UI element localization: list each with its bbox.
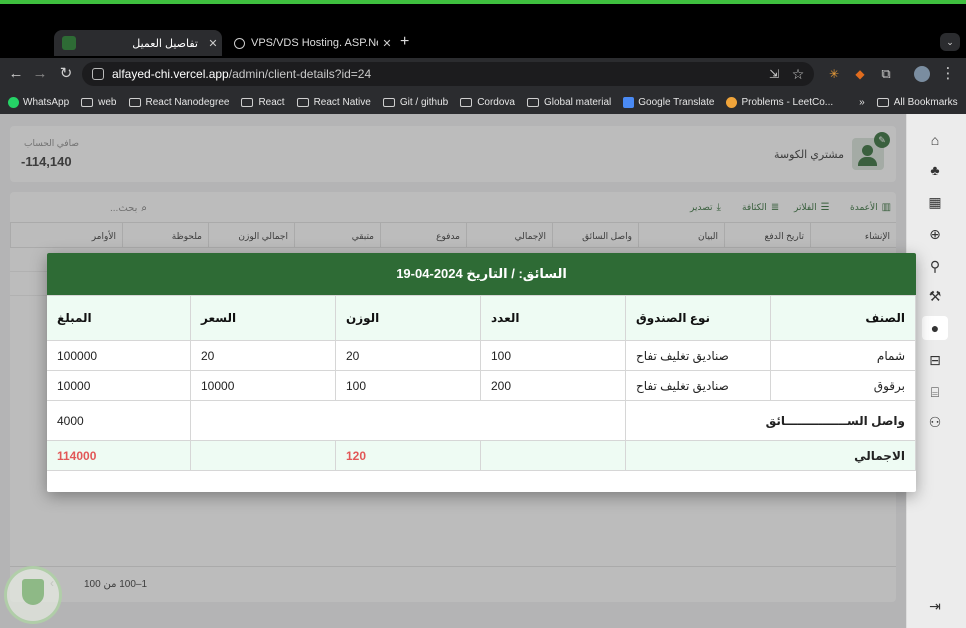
invoice-row: شمام صناديق تغليف تفاح 100 20 20 100000 (47, 340, 916, 371)
invoice-table: الصنف نوع الصندوق العدد الوزن السعر المب… (47, 295, 916, 471)
tab-search-button[interactable]: ⌄ (940, 33, 960, 51)
bookmark-google-translate[interactable]: Google Translate (623, 96, 714, 108)
all-bookmarks[interactable]: All Bookmarks (876, 97, 958, 108)
menu-icon[interactable]: ⋮ (936, 62, 960, 86)
bookmark-folder[interactable]: React Native (296, 97, 371, 108)
driver-label: واصل الســـــــــــــــائق (625, 400, 916, 441)
bookmarks-bar: WhatsApp web React Nanodegree React Reac… (0, 90, 966, 114)
bookmark-folder[interactable]: React Nanodegree (128, 97, 229, 108)
folder-icon (382, 97, 395, 107)
bookmark-folder[interactable]: Global material (527, 97, 611, 108)
back-icon[interactable]: ← (4, 62, 28, 86)
bookmark-folder[interactable]: Cordova (460, 97, 515, 108)
cell-weight: 100 (335, 370, 481, 401)
bookmark-leetcode[interactable]: Problems - LeetCo... (726, 96, 833, 108)
extension-icon[interactable]: ✳ (822, 62, 846, 86)
header-amount: المبلغ (47, 295, 191, 341)
close-tab-icon[interactable]: ✕ (204, 37, 222, 50)
folder-icon (128, 97, 141, 107)
bookmark-star-icon[interactable]: ☆ (786, 62, 810, 86)
metamask-icon[interactable]: ◆ (848, 62, 872, 86)
cell-price: 20 (190, 340, 336, 371)
tree-icon[interactable]: ♣ (922, 158, 948, 182)
close-tab-icon[interactable]: ✕ (378, 37, 396, 50)
address-bar[interactable]: alfayed-chi.vercel.app/admin/client-deta… (82, 62, 814, 86)
install-app-icon[interactable]: ⇲ (762, 62, 786, 86)
shield-icon (22, 579, 44, 605)
translate-icon (623, 96, 635, 108)
invoice-row: برقوق صناديق تغليف تفاح 200 100 10000 10… (47, 370, 916, 401)
header-box-type: نوع الصندوق (625, 295, 771, 341)
bookmark-folder[interactable]: Git / github (382, 97, 448, 108)
cell-count: 200 (480, 370, 626, 401)
total-row: الاجمالي 120 114000 (47, 440, 916, 471)
cell-box-type: صناديق تغليف تفاح (625, 370, 771, 401)
folder-icon (241, 97, 254, 107)
folder-icon (81, 97, 94, 107)
header-price: السعر (190, 295, 336, 341)
cell-item: شمام (770, 340, 916, 371)
tab-vps-hosting[interactable]: VPS/VDS Hosting. ASP.Net M ✕ (226, 30, 396, 56)
bookmark-folder[interactable]: React (241, 97, 285, 108)
inventory-icon[interactable]: ⊟ (922, 348, 948, 372)
invoice-modal: السائق: / التاريخ 2024-04-19 الصنف نوع ا… (47, 253, 916, 492)
calculator-icon[interactable]: ▦ (922, 190, 948, 214)
group-icon[interactable]: ⚇ (922, 410, 948, 434)
header-weight: الوزن (335, 295, 481, 341)
total-amount: 114000 (47, 440, 191, 471)
forward-icon[interactable]: → (28, 62, 52, 86)
logout-icon[interactable]: ⇥ (922, 594, 948, 618)
invoice-header-row: الصنف نوع الصندوق العدد الوزن السعر المب… (47, 295, 916, 341)
cell-item: برقوق (770, 370, 916, 401)
clients-icon[interactable]: ● (922, 316, 948, 340)
driver-row: واصل الســـــــــــــــائق 4000 (47, 400, 916, 441)
leetcode-icon (726, 96, 738, 108)
driver-amount: 4000 (47, 400, 191, 441)
cell-weight: 20 (335, 340, 481, 371)
cell-box-type: صناديق تغليف تفاح (625, 340, 771, 371)
whatsapp-icon (8, 96, 19, 108)
new-tab-button[interactable]: + (400, 33, 409, 51)
site-info-icon[interactable] (92, 68, 104, 80)
bank-icon[interactable]: ⌸ (922, 380, 948, 404)
folder-icon (527, 97, 539, 107)
cell-amount: 100000 (47, 340, 191, 371)
watermark-logo (4, 566, 62, 624)
walking-icon[interactable]: ⚲ (922, 254, 948, 278)
globe-icon (234, 37, 245, 49)
header-item: الصنف (770, 295, 916, 341)
reload-icon[interactable]: ↻ (54, 62, 78, 86)
total-label: الاجمالي (625, 440, 916, 471)
extensions-puzzle-icon[interactable]: ⧉ (874, 62, 898, 86)
total-weight: 120 (335, 440, 481, 471)
header-count: العدد (480, 295, 626, 341)
cell-count: 100 (480, 340, 626, 371)
folder-icon (876, 97, 889, 107)
bookmarks-overflow-icon[interactable]: » (859, 97, 865, 108)
tab-client-details[interactable]: تفاصيل العميل ✕ (54, 30, 222, 56)
bookmark-folder[interactable]: web (81, 97, 117, 108)
folder-icon (460, 97, 473, 107)
bookmark-whatsapp[interactable]: WhatsApp (8, 96, 69, 108)
tools-icon[interactable]: ⚒ (922, 284, 948, 308)
app-favicon-icon (62, 36, 76, 50)
cell-price: 10000 (190, 370, 336, 401)
profile-avatar[interactable] (914, 66, 930, 82)
folder-icon (296, 97, 309, 107)
modal-title: السائق: / التاريخ 2024-04-19 (47, 253, 916, 295)
add-circle-icon[interactable]: ⊕ (922, 222, 948, 246)
home-icon[interactable]: ⌂ (922, 128, 948, 152)
cell-amount: 10000 (47, 370, 191, 401)
